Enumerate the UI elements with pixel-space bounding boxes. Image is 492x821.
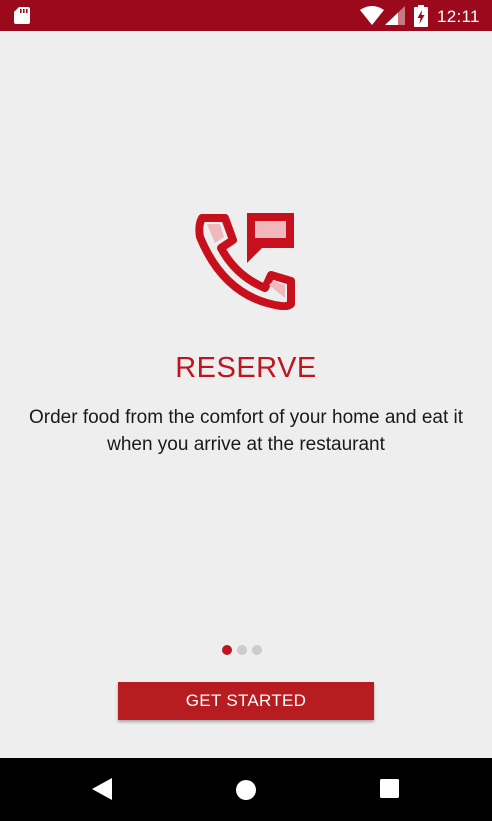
page-indicator: [222, 644, 270, 656]
get-started-button[interactable]: GET STARTED: [118, 682, 374, 720]
status-bar: 12:11: [0, 0, 492, 31]
wifi-icon: [360, 6, 384, 25]
home-icon[interactable]: [235, 779, 257, 801]
recents-icon[interactable]: [380, 779, 399, 798]
page-dot-2: [237, 645, 247, 655]
signal-icon: [385, 6, 405, 25]
page-dot-1: [222, 645, 232, 655]
page-dot-3: [252, 645, 262, 655]
onboarding-slide[interactable]: RESERVE Order food from the comfort of y…: [0, 31, 492, 758]
sd-card-icon: [14, 7, 30, 24]
phone-chat-icon: [195, 213, 295, 310]
status-time: 12:11: [437, 7, 480, 26]
battery-charging-icon: [414, 5, 428, 27]
slide-title: RESERVE: [175, 352, 317, 384]
slide-description: Order food from the comfort of your home…: [28, 407, 464, 455]
back-icon[interactable]: [92, 778, 112, 800]
navigation-bar: [0, 758, 492, 821]
